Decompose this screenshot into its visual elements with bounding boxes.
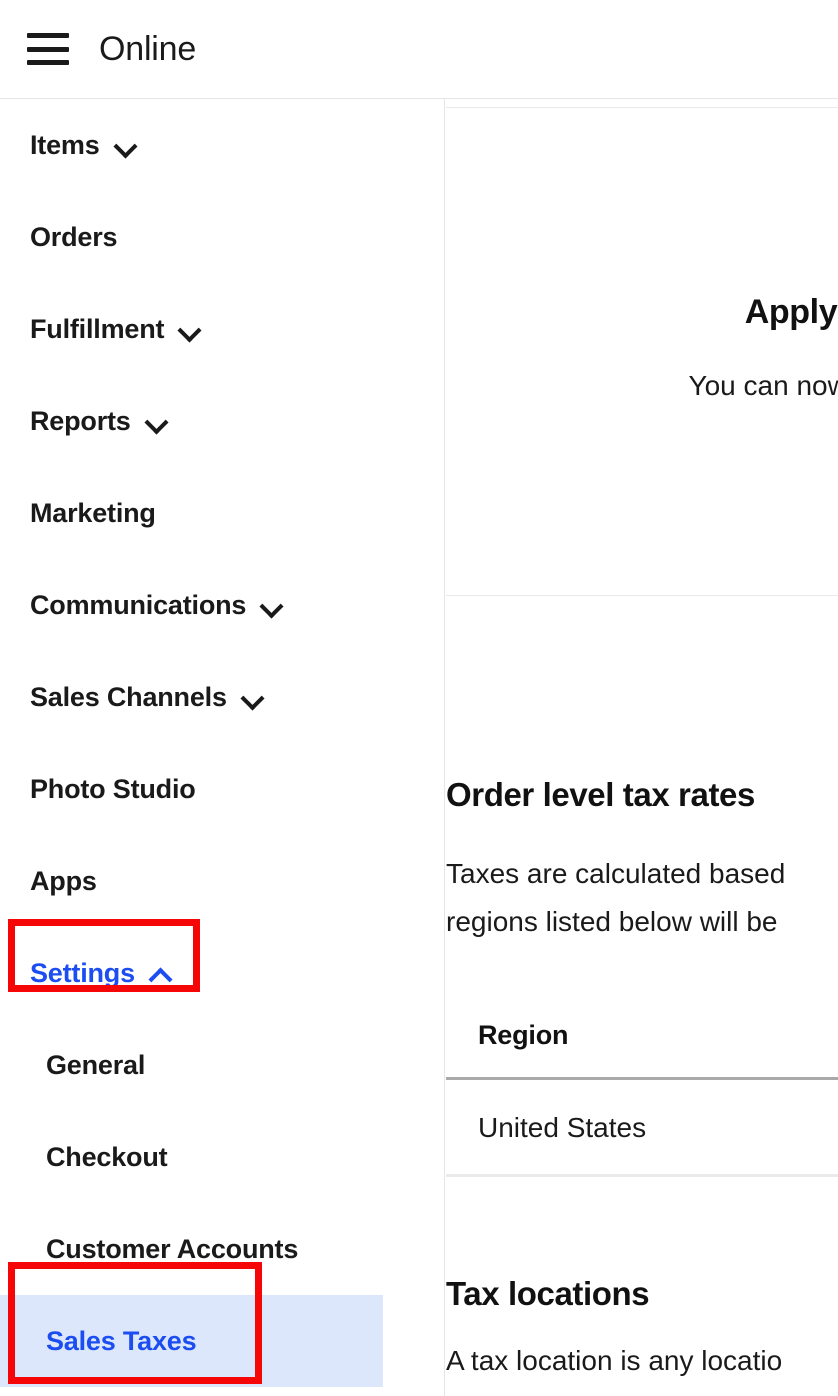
- sidebar-item-sales-taxes[interactable]: Sales Taxes: [0, 1295, 383, 1387]
- sidebar-item-label: Apps: [30, 865, 97, 896]
- sidebar-item-label: Settings: [30, 957, 135, 988]
- sidebar-item-fulfillment[interactable]: Fulfillment: [0, 283, 444, 375]
- sidebar-item-list: Items Orders Fulfillment Reports Marketi…: [0, 99, 444, 1387]
- section-paragraph: A tax location is any locatio calculate …: [446, 1345, 783, 1396]
- body-area: Items Orders Fulfillment Reports Marketi…: [0, 99, 838, 1396]
- sidebar-item-label: General: [46, 1049, 146, 1080]
- sidebar-item-customer-accounts[interactable]: Customer Accounts: [0, 1203, 444, 1295]
- sidebar-item-marketing[interactable]: Marketing: [0, 467, 444, 559]
- sidebar-item-apps[interactable]: Apps: [0, 835, 444, 927]
- section-heading: Tax locations: [446, 1275, 650, 1312]
- sidebar-item-label: Sales Taxes: [46, 1325, 197, 1356]
- app-root: Online Items Orders Fulfillment Reports: [0, 0, 838, 1396]
- section-paragraph: Taxes are calculated based regions liste…: [446, 858, 786, 938]
- sidebar-item-label: Fulfillment: [30, 313, 165, 344]
- top-bar: Online: [0, 0, 838, 99]
- sidebar-item-photo-studio[interactable]: Photo Studio: [0, 743, 444, 835]
- hamburger-bar-1: [27, 33, 69, 38]
- table-row[interactable]: United States: [446, 1080, 838, 1174]
- order-level-tax-rates-section: Order level tax rates Taxes are calculat…: [446, 776, 838, 946]
- chevron-down-icon[interactable]: [241, 686, 263, 708]
- hamburger-bar-2: [27, 46, 69, 52]
- promo-card-text: You can now taxes: [688, 370, 838, 402]
- sidebar-item-settings[interactable]: Settings: [0, 927, 444, 1019]
- section-heading: Order level tax rates: [446, 776, 755, 813]
- sidebar-item-sales-channels[interactable]: Sales Channels: [0, 651, 444, 743]
- sidebar-item-label: Communications: [30, 589, 247, 620]
- chevron-down-icon[interactable]: [114, 134, 136, 156]
- sidebar-item-label: Sales Channels: [30, 681, 227, 712]
- chevron-down-icon[interactable]: [145, 410, 167, 432]
- promo-card: Apply it You can now taxes: [446, 107, 838, 596]
- sidebar-item-general[interactable]: General: [0, 1019, 444, 1111]
- sidebar-item-label: Items: [30, 129, 100, 160]
- sidebar-item-orders[interactable]: Orders: [0, 191, 444, 283]
- chevron-down-icon[interactable]: [178, 318, 200, 340]
- sidebar-item-communications[interactable]: Communications: [0, 559, 444, 651]
- main-content: Apply it You can now taxes Order level t…: [446, 99, 838, 1396]
- hamburger-menu-icon[interactable]: [27, 33, 69, 65]
- sidebar-item-label: Photo Studio: [30, 773, 196, 804]
- sidebar-item-label: Checkout: [46, 1141, 168, 1172]
- region-table: Region United States: [446, 1020, 838, 1177]
- sidebar-item-label: Orders: [30, 221, 118, 252]
- promo-card-title: Apply it: [744, 293, 838, 332]
- tax-locations-section: Tax locations A tax location is any loca…: [446, 1275, 838, 1396]
- hamburger-bar-3: [27, 60, 69, 65]
- sidebar-item-label: Reports: [30, 405, 131, 436]
- chevron-up-icon[interactable]: [149, 962, 171, 984]
- sidebar-item-label: Customer Accounts: [46, 1233, 299, 1264]
- sidebar-item-items[interactable]: Items: [0, 99, 444, 191]
- chevron-down-icon[interactable]: [260, 594, 282, 616]
- sidebar-item-label: Marketing: [30, 497, 156, 528]
- page-title: Online: [99, 29, 197, 68]
- table-column-header-region: Region: [478, 1020, 569, 1050]
- sidebar-item-reports[interactable]: Reports: [0, 375, 444, 467]
- sidebar-item-checkout[interactable]: Checkout: [0, 1111, 444, 1203]
- sidebar-nav: Items Orders Fulfillment Reports Marketi…: [0, 99, 445, 1396]
- table-row-divider: [446, 1174, 838, 1177]
